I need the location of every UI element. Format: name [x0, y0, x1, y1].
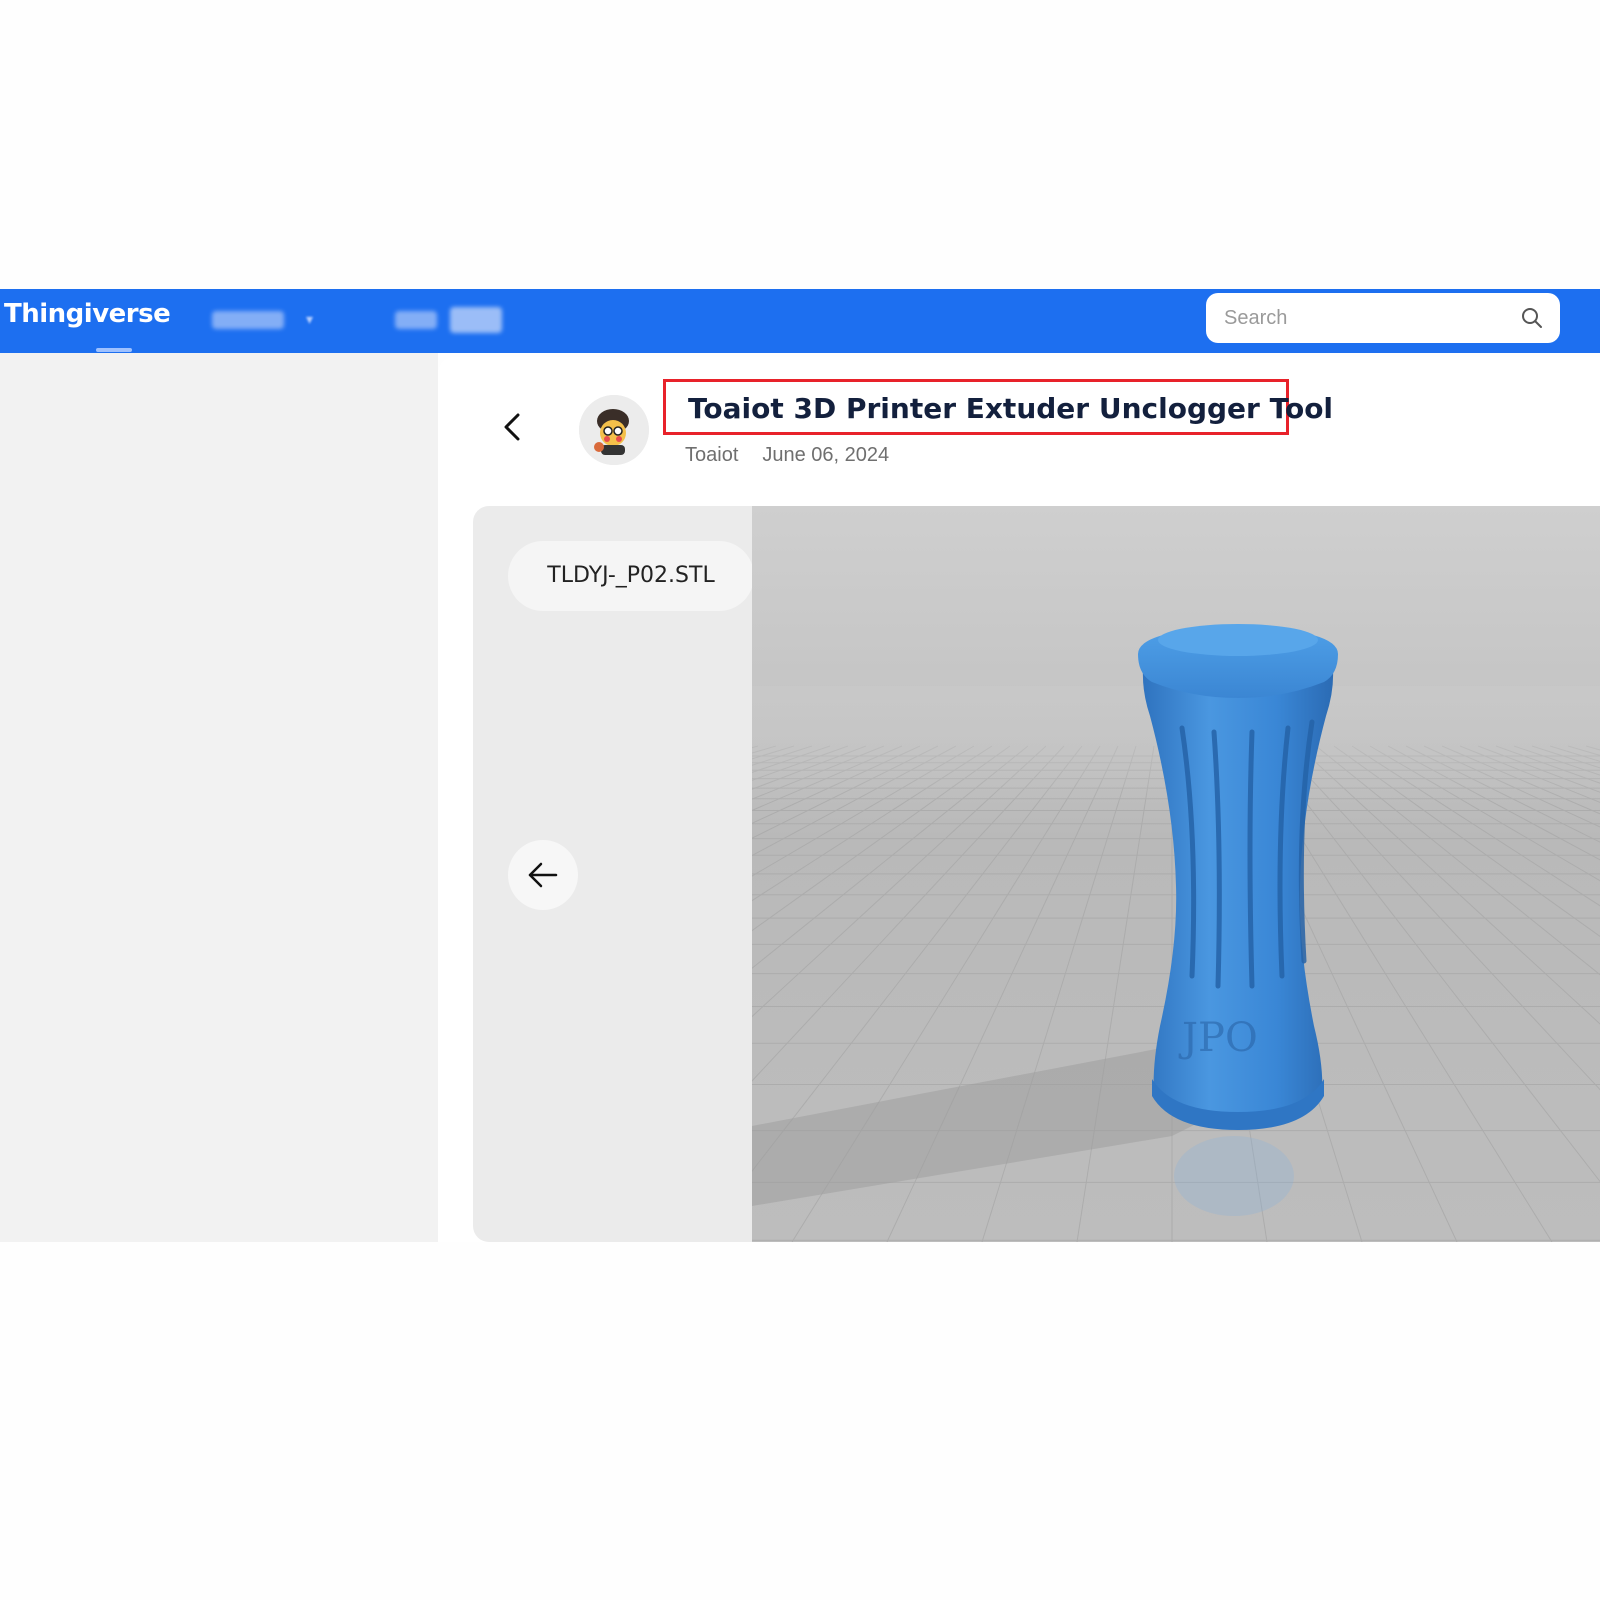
model-viewer: TLDYJ-_P02.STL JPO — [473, 506, 1600, 1242]
thingiverse-logo[interactable]: Thingiverse — [4, 299, 171, 329]
model-reflection — [1174, 1136, 1294, 1216]
avatar-icon — [579, 395, 649, 465]
back-chevron-icon[interactable] — [498, 407, 528, 447]
left-sidebar — [0, 353, 438, 1242]
thing-meta: Toaiot June 06, 2024 — [685, 444, 889, 467]
title-highlight-box: Toaiot 3D Printer Extuder Unclogger Tool — [663, 379, 1333, 435]
author-link[interactable]: Toaiot — [685, 444, 738, 466]
page-title: Toaiot 3D Printer Extuder Unclogger Tool — [688, 392, 1334, 425]
tool-cap-top — [1158, 624, 1318, 656]
logo-underline — [96, 348, 132, 352]
3d-model-render[interactable]: JPO — [752, 506, 1600, 1242]
top-navbar: Thingiverse ▾ — [0, 289, 1600, 353]
nav-item-blurred[interactable] — [395, 311, 437, 329]
file-name-pill[interactable]: TLDYJ-_P02.STL — [508, 541, 754, 611]
search-icon[interactable] — [1520, 306, 1544, 330]
chevron-down-icon: ▾ — [306, 311, 314, 327]
tool-embossed-text: JPO — [1178, 1015, 1258, 1061]
nav-badge-blurred — [450, 307, 502, 333]
nav-explore-blurred[interactable] — [212, 311, 284, 329]
search-input[interactable] — [1224, 305, 1504, 331]
search-box — [1206, 293, 1560, 343]
arrow-left-icon[interactable] — [508, 840, 578, 910]
publish-date: June 06, 2024 — [762, 444, 890, 466]
avatar[interactable] — [579, 395, 649, 465]
